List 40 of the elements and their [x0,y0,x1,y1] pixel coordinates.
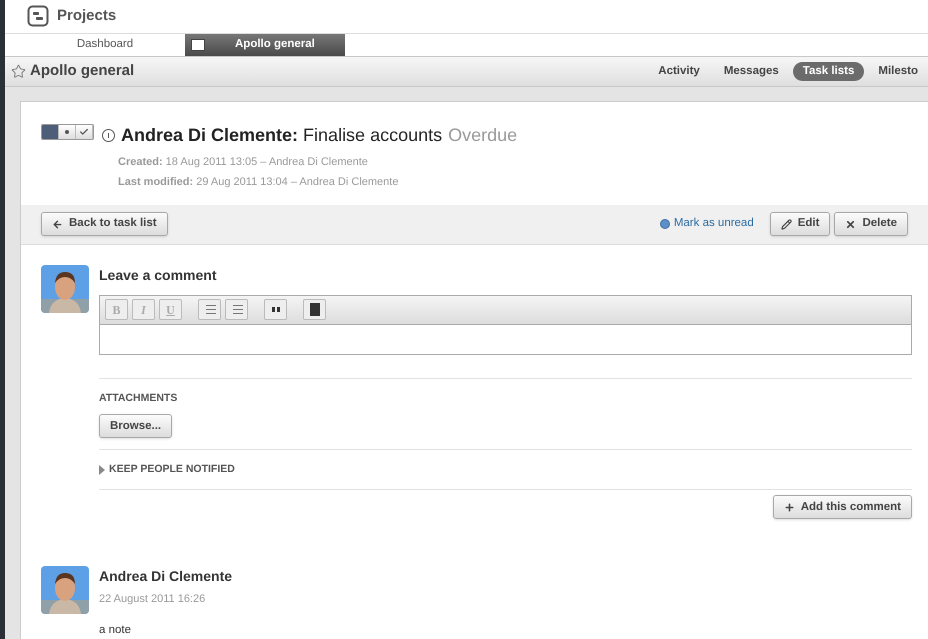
attachments-label: ATTACHMENTS [99,390,178,406]
bullet-list-icon[interactable] [225,299,248,320]
comment-form-title: Leave a comment [99,266,218,284]
status-toggle[interactable] [41,124,94,140]
overdue-status: Overdue [448,124,518,146]
add-comment-button[interactable]: Add this comment [772,495,912,520]
star-icon[interactable] [11,64,26,79]
project-tab[interactable]: Dashboard [25,34,185,56]
project-nav-link[interactable]: Messages [714,62,789,81]
mark-unread-link[interactable]: Mark as unread [674,215,754,233]
back-button[interactable]: Back to task list [41,212,168,236]
task-title: Andrea Di Clemente: Finalise accounts [121,124,442,146]
project-nav-link[interactable]: Task lists [792,62,864,81]
app-title: Projects [57,6,116,26]
arrow-left-icon [52,218,63,230]
comment-date: 22 August 2011 16:26 [99,592,206,608]
comment-text: a note [99,622,132,638]
project-title: Apollo general [30,60,136,81]
delete-button[interactable]: Delete [834,212,908,236]
close-icon [845,218,856,230]
projects-logo-icon [27,5,49,28]
status-toggle-segment[interactable] [76,124,93,138]
project-nav-link[interactable]: Milesto [868,62,928,81]
task-meta: Created: 18 Aug 2011 13:05 – Andrea Di Clemente [118,154,369,170]
project-tab[interactable]: Apollo general [185,34,345,56]
status-toggle-segment[interactable] [59,124,76,138]
comment-author: Andrea Di Clemente [99,567,232,586]
project-nav-link[interactable]: Activity [648,62,710,81]
check-icon [79,126,89,136]
pencil-icon [780,218,792,230]
document-icon [191,38,205,51]
task-meta: Last modified: 29 Aug 2011 13:04 – Andrea Di Clemente [118,175,400,190]
edit-button[interactable]: Edit [770,212,830,236]
status-toggle-segment[interactable] [42,124,59,138]
quote-icon[interactable] [264,299,287,320]
plus-icon [784,502,795,513]
expand-triangle-icon[interactable] [99,464,105,475]
browse-button[interactable]: Browse... [99,414,172,438]
clock-icon [102,128,115,142]
keep-notified-label[interactable]: KEEP PEOPLE NOTIFIED [109,462,235,478]
